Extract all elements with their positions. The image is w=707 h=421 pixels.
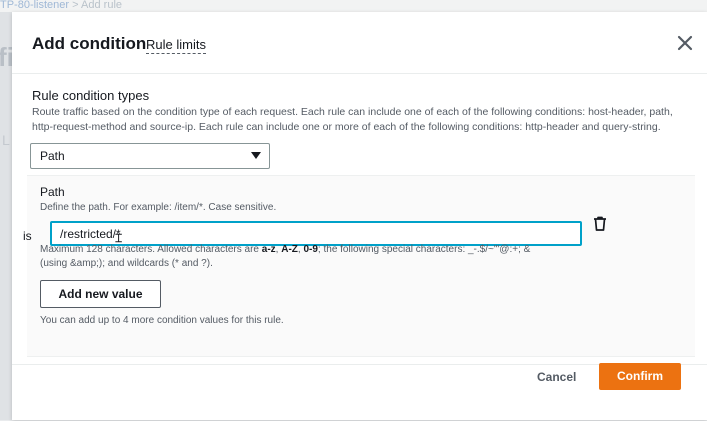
background-breadcrumb-link: TP-80-listener: [0, 0, 70, 11]
constraint-chars-upper: A-Z: [281, 244, 298, 255]
operator-label: is: [23, 229, 32, 243]
path-description: Define the path. For example: /item/*. C…: [40, 202, 277, 213]
background-breadcrumb: TP-80-listener > Add rule: [0, 0, 300, 12]
path-label: Path: [40, 185, 65, 199]
constraint-chars-digits: 0-9: [303, 244, 318, 255]
condition-values-hint: You can add up to 4 more condition value…: [40, 315, 284, 326]
condition-type-selected: Path: [40, 149, 65, 163]
close-icon[interactable]: [676, 34, 694, 52]
background-sidebar: fi L: [0, 12, 14, 420]
condition-type-select[interactable]: Path: [30, 143, 270, 169]
modal-header: Add condition Rule limits: [12, 12, 707, 74]
rule-limits-link[interactable]: Rule limits: [146, 37, 206, 54]
confirm-button[interactable]: Confirm: [599, 363, 681, 390]
rule-condition-types-title: Rule condition types: [32, 88, 150, 103]
modal-title: Add condition: [32, 34, 147, 53]
constraint-chars-lower: a-z: [261, 244, 276, 255]
add-new-value-button[interactable]: Add new value: [40, 280, 161, 308]
background-text-fragment: L: [2, 132, 10, 148]
path-constraint-text: Maximum 128 characters. Allowed characte…: [40, 243, 560, 271]
trash-icon[interactable]: [593, 216, 607, 231]
constraint-prefix: Maximum 128 characters. Allowed characte…: [40, 244, 262, 255]
background-breadcrumb-current: Add rule: [81, 0, 123, 11]
background-breadcrumb-separator: >: [72, 0, 79, 11]
rule-condition-types-description: Route traffic based on the condition typ…: [32, 106, 673, 133]
cancel-button[interactable]: Cancel: [537, 370, 576, 384]
caret-down-icon: [251, 152, 261, 159]
